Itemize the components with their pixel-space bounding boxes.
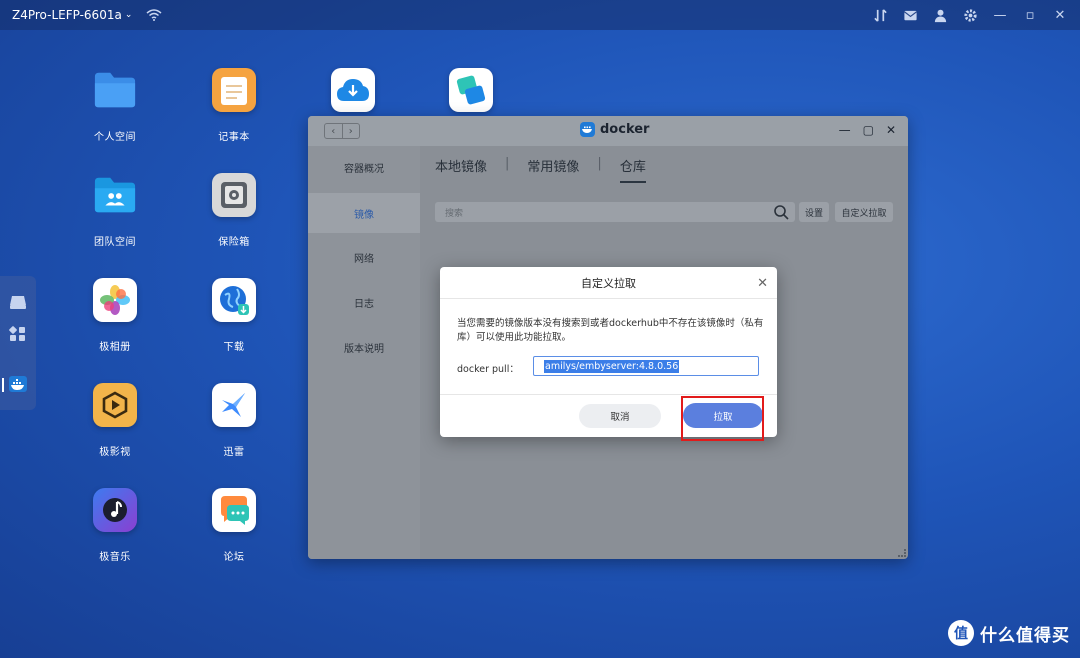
app-music[interactable]: 极音乐 xyxy=(70,488,160,563)
watermark-logo: 值 xyxy=(948,620,974,646)
back-icon[interactable]: ‹ xyxy=(325,124,343,138)
device-selector[interactable]: Z4Pro-LEFP-6601a ⌄ xyxy=(12,8,132,22)
mail-icon[interactable] xyxy=(902,7,918,23)
app-photos[interactable]: 极相册 xyxy=(70,278,160,353)
photos-icon xyxy=(93,278,137,322)
music-icon xyxy=(93,488,137,532)
tab-local-images[interactable]: 本地镜像 xyxy=(435,156,487,183)
active-indicator xyxy=(2,378,4,392)
team-folder-icon xyxy=(93,173,137,217)
tab-registry[interactable]: 仓库 xyxy=(619,156,646,183)
app-label: 迅雷 xyxy=(223,447,245,458)
left-dock xyxy=(0,276,36,410)
search-icon[interactable] xyxy=(773,204,789,220)
app-download[interactable]: 下载 xyxy=(189,278,279,353)
thunder-icon xyxy=(212,383,256,427)
cancel-button[interactable]: 取消 xyxy=(579,404,661,428)
window-title-text: docker xyxy=(600,122,650,137)
custom-pull-button[interactable]: 自定义拉取 xyxy=(835,202,893,222)
folder-icon xyxy=(93,68,137,112)
app-label: 极影视 xyxy=(99,447,131,458)
device-name: Z4Pro-LEFP-6601a xyxy=(12,8,122,22)
app-notepad[interactable]: 记事本 xyxy=(189,68,279,143)
minimize-icon[interactable]: — xyxy=(992,7,1008,23)
app-label: 极音乐 xyxy=(99,552,131,563)
tab-separator: | xyxy=(505,156,510,171)
forward-icon[interactable]: › xyxy=(343,124,360,138)
video-icon xyxy=(93,383,137,427)
gear-icon[interactable] xyxy=(962,7,978,23)
app-label: 保险箱 xyxy=(218,237,250,248)
drive-icon[interactable] xyxy=(9,294,27,310)
docker-pull-input[interactable]: amilys/embyserver:4.8.0.56 xyxy=(533,356,759,376)
watermark-text: 什么值得买 xyxy=(980,625,1070,646)
resize-handle[interactable] xyxy=(898,549,906,557)
tab-separator: | xyxy=(597,156,602,171)
dialog-divider xyxy=(440,394,777,395)
window-title: docker xyxy=(580,122,649,137)
dialog-message: 当您需要的镜像版本没有搜索到或者dockerhub中不存在该镜像时（私有库）可以… xyxy=(457,318,764,343)
chevron-down-icon: ⌄ xyxy=(124,10,133,20)
window-minimize-icon[interactable]: — xyxy=(839,123,851,137)
sync-icon xyxy=(449,68,493,112)
annotation-highlight-box xyxy=(681,396,764,441)
image-tabs: 本地镜像 | 常用镜像 | 仓库 xyxy=(435,156,646,183)
app-label: 下载 xyxy=(223,342,245,353)
tab-common-images[interactable]: 常用镜像 xyxy=(527,156,579,183)
docker-pull-value: amilys/embyserver:4.8.0.56 xyxy=(544,360,680,373)
search-placeholder: 搜索 xyxy=(445,209,464,219)
app-label: 记事本 xyxy=(218,132,250,143)
nav-buttons: ‹ › xyxy=(324,123,360,139)
user-icon[interactable] xyxy=(932,7,948,23)
window-titlebar: ‹ › docker — ▢ ✕ xyxy=(308,116,908,146)
sidebar-item-logs[interactable]: 日志 xyxy=(308,282,420,322)
app-thunder[interactable]: 迅雷 xyxy=(189,383,279,458)
notepad-icon xyxy=(212,68,256,112)
wifi-icon xyxy=(146,9,162,21)
forum-icon xyxy=(212,488,256,532)
app-label: 团队空间 xyxy=(94,237,136,248)
settings-button[interactable]: 设置 xyxy=(799,202,829,222)
docker-pull-label: docker pull： xyxy=(457,364,519,375)
app-safe[interactable]: 保险箱 xyxy=(189,173,279,248)
app-team-space[interactable]: 团队空间 xyxy=(70,173,160,248)
app-personal-space[interactable]: 个人空间 xyxy=(70,68,160,143)
close-icon[interactable]: ✕ xyxy=(1052,7,1068,23)
search-input[interactable]: 搜索 xyxy=(435,202,795,222)
top-bar: Z4Pro-LEFP-6601a ⌄ — ▫ ✕ xyxy=(0,0,1080,30)
dialog-title: 自定义拉取 xyxy=(440,267,777,299)
app-label: 论坛 xyxy=(223,552,245,563)
docker-sidebar: 容器概况 镜像 网络 日志 版本说明 xyxy=(308,146,420,559)
app-label: 个人空间 xyxy=(94,132,136,143)
download-globe-icon xyxy=(212,278,256,322)
sidebar-item-release-notes[interactable]: 版本说明 xyxy=(308,327,420,367)
maximize-icon[interactable]: ▫ xyxy=(1022,7,1038,23)
sidebar-item-network[interactable]: 网络 xyxy=(308,237,420,277)
app-forum[interactable]: 论坛 xyxy=(189,488,279,563)
app-label: 极相册 xyxy=(99,342,131,353)
sidebar-item-overview[interactable]: 容器概况 xyxy=(308,147,420,187)
docker-logo-icon xyxy=(580,122,595,137)
window-maximize-icon[interactable]: ▢ xyxy=(863,123,874,137)
app-video[interactable]: 极影视 xyxy=(70,383,160,458)
sidebar-item-images[interactable]: 镜像 xyxy=(308,193,420,233)
safe-icon xyxy=(212,173,256,217)
watermark: 值 什么值得买 xyxy=(948,620,1070,646)
cloud-download-icon xyxy=(331,68,375,112)
dialog-close-icon[interactable]: ✕ xyxy=(757,276,768,291)
window-close-icon[interactable]: ✕ xyxy=(886,123,896,137)
docker-icon[interactable] xyxy=(9,376,27,392)
transfer-icon[interactable] xyxy=(872,7,888,23)
apps-grid-icon[interactable] xyxy=(9,326,27,342)
